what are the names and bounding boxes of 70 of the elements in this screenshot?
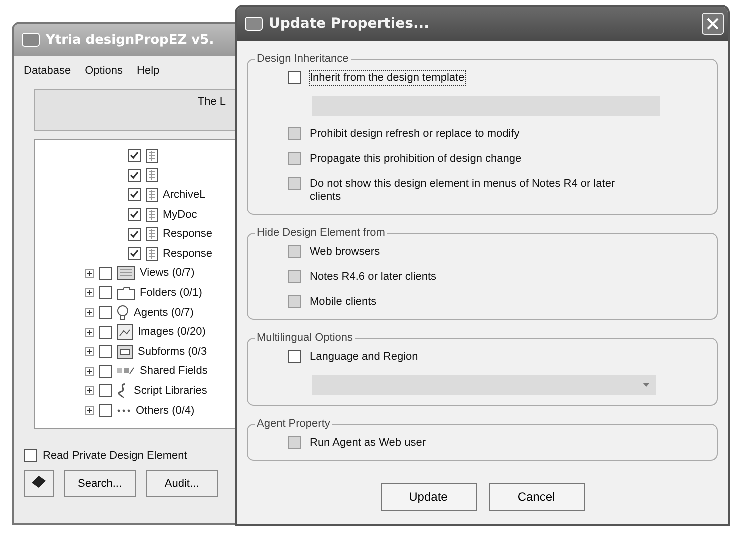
expand-icon[interactable]	[85, 406, 94, 416]
expand-icon[interactable]	[85, 366, 94, 376]
checkbox[interactable]	[288, 350, 301, 363]
expand-icon[interactable]	[85, 308, 94, 318]
checkbox[interactable]	[99, 266, 112, 280]
window-title: Ytria designPropEZ v5.	[46, 32, 214, 48]
checkbox-label[interactable]: Language and Region	[310, 350, 418, 364]
checkbox[interactable]	[128, 168, 141, 182]
form-icon	[146, 208, 158, 222]
toolbar-button[interactable]: Search...	[64, 470, 136, 497]
expand-icon[interactable]	[85, 288, 94, 298]
expand-icon[interactable]	[85, 328, 94, 337]
form-icon	[146, 227, 158, 242]
view-icon	[117, 266, 135, 280]
checkbox[interactable]	[128, 228, 141, 241]
tree-item[interactable]: Agents (0/7)	[134, 306, 194, 319]
menu-item[interactable]: Options	[85, 65, 124, 77]
checkbox[interactable]	[128, 247, 141, 260]
tree-item[interactable]: MyDoc	[163, 208, 198, 221]
group-title: Design Inheritance	[256, 53, 350, 65]
checkbox[interactable]	[128, 208, 141, 222]
checkbox-label[interactable]: Read Private Design Element	[43, 450, 188, 462]
close-icon	[707, 18, 719, 30]
dialog-title: Update Properties...	[269, 16, 430, 32]
lightbulb-icon	[117, 304, 129, 321]
expand-icon[interactable]	[85, 347, 94, 356]
checkbox[interactable]	[99, 286, 112, 300]
tree-item[interactable]: Folders (0/1)	[140, 286, 202, 299]
tree-item[interactable]: Response	[163, 248, 213, 260]
tree-item[interactable]: Shared Fields	[140, 365, 208, 378]
checkbox[interactable]	[99, 345, 112, 358]
image-icon	[117, 324, 133, 340]
form-icon	[146, 148, 158, 163]
form-icon	[146, 168, 158, 182]
tree-item[interactable]: ArchiveL	[163, 188, 206, 201]
checkbox[interactable]	[99, 364, 112, 378]
form-icon	[146, 188, 158, 202]
folder-icon	[117, 286, 135, 300]
checkbox-label[interactable]: Inherit from the design template	[310, 71, 465, 85]
form-icon	[146, 246, 158, 261]
tree-item[interactable]: Others (0/4)	[136, 404, 195, 417]
book-button[interactable]	[24, 470, 54, 497]
dialog-button[interactable]: Update	[380, 483, 476, 511]
checkbox[interactable]	[288, 71, 301, 84]
checkbox[interactable]	[99, 306, 112, 320]
tree-item[interactable]: Script Libraries	[134, 384, 208, 397]
tree-item[interactable]: Response	[163, 228, 213, 240]
menu-item[interactable]: Help	[137, 65, 160, 77]
checkbox[interactable]	[99, 384, 112, 398]
subform-icon	[117, 344, 133, 359]
caret-icon	[643, 383, 650, 387]
checkbox[interactable]	[99, 404, 112, 418]
dots-icon	[117, 408, 131, 413]
expand-icon[interactable]	[85, 386, 94, 396]
tree-item[interactable]: Images (0/20)	[138, 326, 206, 338]
checkbox[interactable]	[99, 326, 112, 339]
tree-item[interactable]: Views (0/7)	[140, 267, 195, 280]
group-title: Multilingual Options	[256, 332, 354, 344]
group-title: Agent Property	[256, 418, 332, 430]
menu-item[interactable]: Database	[24, 65, 72, 77]
group-title: Hide Design Element from	[256, 227, 386, 239]
close-button[interactable]	[702, 13, 724, 35]
tree-item[interactable]: Subforms (0/3	[138, 346, 208, 358]
checkbox[interactable]	[128, 149, 141, 162]
expand-icon[interactable]	[85, 268, 94, 278]
toolbar-button[interactable]: Audit...	[146, 470, 218, 497]
dialog-button[interactable]: Cancel	[488, 483, 584, 511]
checkbox[interactable]	[24, 449, 37, 462]
checkbox[interactable]	[128, 188, 141, 202]
banner-text: The L	[198, 96, 226, 110]
